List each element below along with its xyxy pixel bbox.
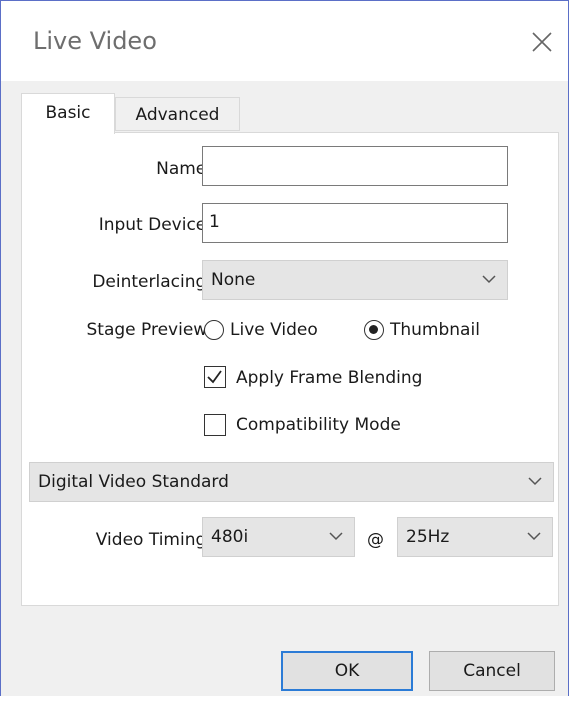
compatibility-label: Compatibility Mode bbox=[236, 415, 401, 435]
ok-button-label: OK bbox=[334, 661, 360, 681]
radio-live-video[interactable] bbox=[204, 320, 224, 340]
input-device-value: 1 bbox=[209, 212, 220, 232]
cancel-button[interactable]: Cancel bbox=[429, 651, 555, 691]
chevron-down-icon bbox=[329, 532, 343, 541]
tab-advanced[interactable]: Advanced bbox=[115, 97, 240, 131]
tab-advanced-label: Advanced bbox=[135, 105, 220, 125]
rate-dropdown[interactable]: 25Hz bbox=[397, 517, 553, 557]
ok-button[interactable]: OK bbox=[281, 651, 413, 691]
video-timing-dropdown[interactable]: 480i bbox=[202, 517, 355, 557]
stage-preview-label: Stage Preview: bbox=[86, 320, 213, 340]
name-field[interactable] bbox=[202, 146, 508, 186]
chevron-down-icon bbox=[482, 275, 496, 284]
chevron-down-icon bbox=[527, 532, 541, 541]
rate-value: 25Hz bbox=[406, 527, 450, 547]
deinterlacing-label: Deinterlacing: bbox=[92, 272, 212, 292]
basic-panel: Name: Input Device: 1 Deinterlacing: Non… bbox=[21, 132, 559, 606]
deinterlacing-value: None bbox=[211, 270, 256, 290]
deinterlacing-dropdown[interactable]: None bbox=[202, 260, 508, 300]
live-video-dialog: Live Video Basic Advanced Name: Input De… bbox=[0, 0, 569, 696]
frame-blending-label: Apply Frame Blending bbox=[236, 368, 423, 388]
video-standard-dropdown[interactable]: Digital Video Standard bbox=[29, 462, 554, 502]
radio-thumbnail-label: Thumbnail bbox=[390, 320, 480, 340]
input-device-field[interactable]: 1 bbox=[202, 203, 508, 243]
compatibility-checkbox[interactable] bbox=[204, 414, 226, 436]
video-timing-label: Video Timing: bbox=[95, 530, 212, 550]
video-timing-value: 480i bbox=[211, 527, 249, 547]
input-device-label: Input Device: bbox=[98, 215, 212, 235]
checkmark-icon bbox=[207, 370, 222, 384]
radio-thumbnail[interactable] bbox=[364, 320, 384, 340]
chevron-down-icon bbox=[528, 477, 542, 486]
cancel-button-label: Cancel bbox=[463, 661, 521, 681]
frame-blending-checkbox[interactable] bbox=[204, 366, 226, 388]
video-standard-value: Digital Video Standard bbox=[38, 472, 229, 492]
title-bar: Live Video bbox=[1, 1, 568, 81]
tab-basic-label: Basic bbox=[45, 103, 91, 123]
at-symbol: @ bbox=[367, 530, 384, 550]
radio-live-video-label: Live Video bbox=[230, 320, 318, 340]
dialog-title: Live Video bbox=[33, 27, 157, 55]
tab-basic[interactable]: Basic bbox=[21, 93, 115, 134]
close-icon[interactable] bbox=[527, 27, 557, 57]
